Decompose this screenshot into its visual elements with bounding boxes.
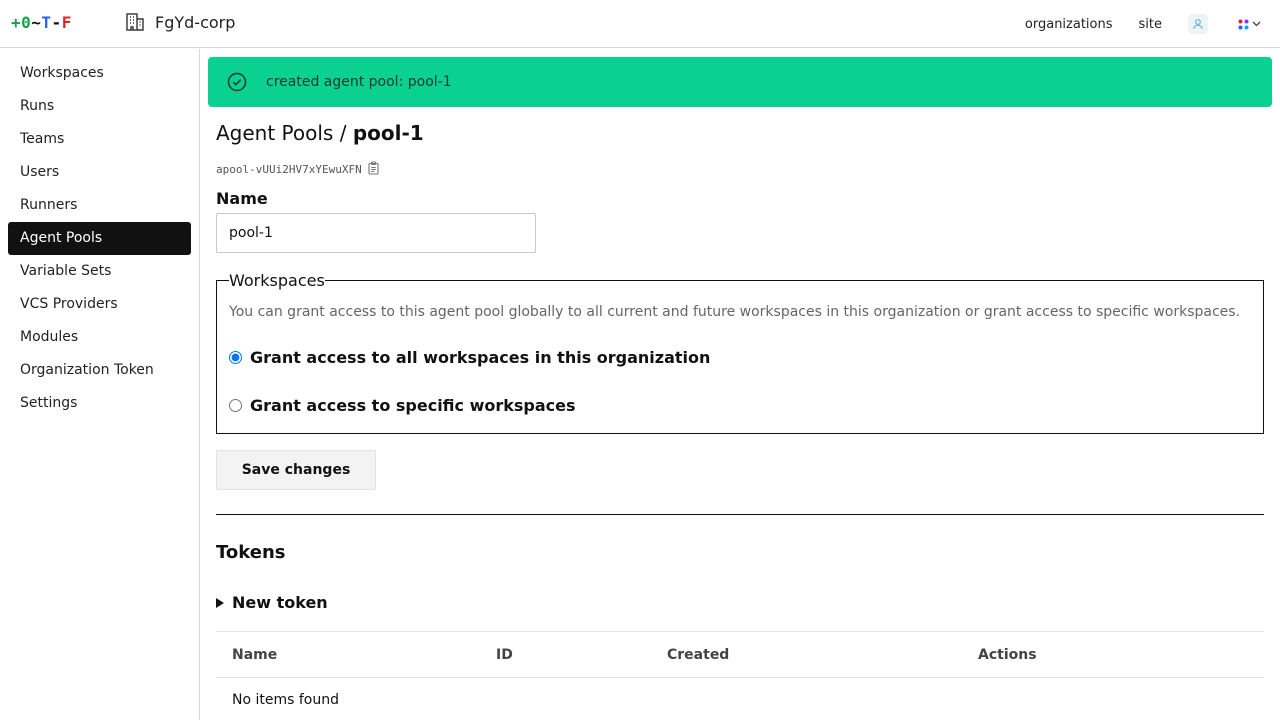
sidebar-item-runners[interactable]: Runners <box>8 189 191 222</box>
pool-id: apool-vUUi2HV7xYEwuXFN <box>216 163 362 176</box>
column-header-name: Name <box>232 647 278 663</box>
radio-all-workspaces[interactable] <box>229 351 242 364</box>
app-logo[interactable]: +0~T-F <box>11 13 72 32</box>
save-changes-button[interactable]: Save changes <box>216 450 376 490</box>
sidebar-item-users[interactable]: Users <box>8 156 191 189</box>
tokens-table: Name ID Created Actions No items found <box>216 631 1264 708</box>
flash-message: created agent pool: pool-1 <box>208 57 1272 107</box>
building-icon <box>125 12 145 32</box>
tokens-heading: Tokens <box>216 542 286 563</box>
table-header: Name ID Created Actions <box>216 632 1264 678</box>
sidebar-item-variable-sets[interactable]: Variable Sets <box>8 255 191 288</box>
divider <box>216 514 1264 515</box>
radio-specific-workspaces-row[interactable]: Grant access to specific workspaces <box>229 396 1251 415</box>
workspaces-fieldset: Workspaces You can grant access to this … <box>216 271 1264 434</box>
breadcrumb-parent[interactable]: Agent Pools <box>216 121 333 145</box>
new-token-label: New token <box>232 593 328 612</box>
user-icon <box>1193 19 1203 30</box>
sidebar-item-agent-pools[interactable]: Agent Pools <box>8 222 191 255</box>
name-input[interactable] <box>216 213 536 253</box>
radio-specific-workspaces-label: Grant access to specific workspaces <box>250 396 576 415</box>
pool-id-row: apool-vUUi2HV7xYEwuXFN <box>216 161 381 178</box>
sidebar-item-runs[interactable]: Runs <box>8 90 191 123</box>
column-header-id: ID <box>496 647 513 663</box>
logo-part: +0 <box>11 13 32 32</box>
radio-all-workspaces-row[interactable]: Grant access to all workspaces in this o… <box>229 348 1251 367</box>
top-header: +0~T-F FgYd-corp organizations site <box>0 0 1280 48</box>
chevron-down-icon <box>1252 21 1261 27</box>
sidebar-item-organization-token[interactable]: Organization Token <box>8 354 191 387</box>
grid-icon <box>1238 19 1249 29</box>
logo-part: T <box>41 13 52 32</box>
page-title: Agent Pools / pool-1 <box>216 121 424 145</box>
top-nav: organizations site <box>999 0 1264 48</box>
new-token-toggle[interactable]: New token <box>216 593 328 612</box>
copy-button[interactable] <box>367 161 381 178</box>
check-circle-icon <box>227 72 247 92</box>
sidebar-item-teams[interactable]: Teams <box>8 123 191 156</box>
org-name: FgYd-corp <box>155 12 236 32</box>
empty-state-text: No items found <box>232 692 339 708</box>
logo-part: F <box>61 13 72 32</box>
breadcrumb-separator: / <box>333 121 353 145</box>
radio-all-workspaces-label: Grant access to all workspaces in this o… <box>250 348 711 367</box>
user-menu-button[interactable] <box>1188 14 1208 34</box>
sidebar-item-workspaces[interactable]: Workspaces <box>8 57 191 90</box>
organizations-link[interactable]: organizations <box>1025 17 1113 32</box>
org-link[interactable]: FgYd-corp <box>125 12 235 32</box>
sidebar-item-modules[interactable]: Modules <box>8 321 191 354</box>
sidebar: Workspaces Runs Teams Users Runners Agen… <box>0 49 200 720</box>
site-link[interactable]: site <box>1139 17 1162 32</box>
logo-part: - <box>51 13 62 32</box>
clipboard-icon <box>368 161 379 175</box>
main-content: created agent pool: pool-1 Agent Pools /… <box>200 49 1280 720</box>
disclosure-triangle-icon <box>216 597 224 608</box>
breadcrumb-current: pool-1 <box>352 121 424 145</box>
apps-menu-button[interactable] <box>1235 13 1264 35</box>
column-header-actions: Actions <box>978 647 1037 663</box>
name-label: Name <box>216 189 268 208</box>
workspaces-description: You can grant access to this agent pool … <box>229 304 1241 320</box>
flash-text: created agent pool: pool-1 <box>266 74 452 90</box>
column-header-created: Created <box>667 647 730 663</box>
sidebar-item-vcs-providers[interactable]: VCS Providers <box>8 288 191 321</box>
radio-specific-workspaces[interactable] <box>229 399 242 412</box>
logo-part: ~ <box>31 13 42 32</box>
sidebar-item-settings[interactable]: Settings <box>8 387 191 420</box>
workspaces-legend: Workspaces <box>229 271 325 290</box>
